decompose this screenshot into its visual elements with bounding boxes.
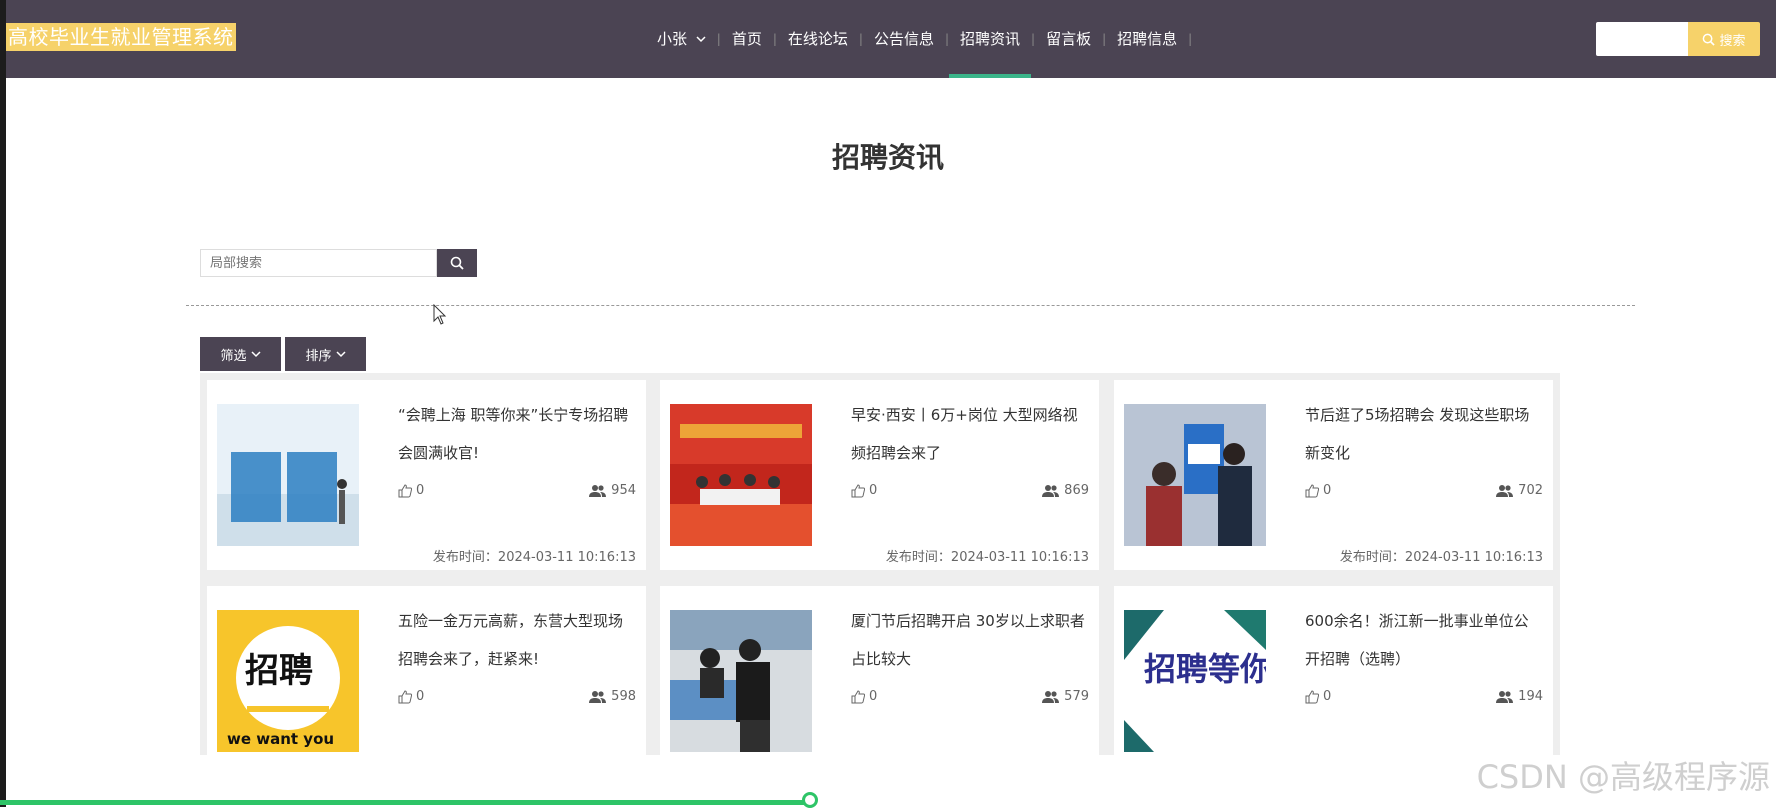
news-card[interactable]: 招聘等你来! 600余名！浙江新一批事业单位公开招聘（选聘） 0 194: [1114, 586, 1553, 776]
view-count-value: 702: [1518, 483, 1543, 498]
news-title[interactable]: 600余名！浙江新一批事业单位公开招聘（选聘）: [1305, 602, 1543, 678]
news-card[interactable]: 节后逛了5场招聘会 发现这些职场新变化 0 702 发布时间：2024-03-1…: [1114, 380, 1553, 570]
view-count: 579: [1042, 689, 1089, 704]
publish-time: 发布时间：2024-03-11 10:16:13: [885, 550, 1089, 565]
window-edge: [0, 0, 6, 807]
thumbs-up-icon: [851, 689, 865, 703]
like-count[interactable]: 0: [851, 483, 877, 498]
chevron-down-icon: [696, 36, 706, 43]
publish-time: 发布时间：2024-03-11 10:16:13: [432, 550, 636, 565]
nav-item-recruitment-news[interactable]: 招聘资讯: [949, 0, 1032, 78]
like-count-value: 0: [869, 483, 878, 498]
view-count: 702: [1496, 483, 1543, 498]
nav-item-announcements[interactable]: 公告信息: [863, 0, 945, 78]
nav-item-home[interactable]: 首页: [721, 0, 773, 78]
video-progress-handle[interactable]: [801, 792, 818, 808]
top-navbar: 高校毕业生就业管理系统 小张 | 首页 | 在线论坛 | 公告信息 | 招聘资讯…: [6, 0, 1776, 78]
users-icon: [1042, 484, 1060, 497]
filter-button-label: 筛选: [220, 348, 247, 364]
thumbs-up-icon: [398, 483, 412, 497]
video-progress-bar[interactable]: [0, 800, 810, 805]
main-nav: 小张 | 首页 | 在线论坛 | 公告信息 | 招聘资讯 | 留言板 | 招聘信…: [646, 0, 1192, 78]
like-count[interactable]: 0: [1305, 483, 1331, 498]
news-thumbnail[interactable]: [217, 404, 359, 546]
chevron-down-icon: [250, 350, 261, 357]
users-icon: [589, 484, 607, 497]
news-thumbnail[interactable]: 招聘等你来!: [1124, 610, 1266, 752]
top-search-button-label: 搜索: [1719, 33, 1746, 49]
view-count-value: 954: [611, 483, 636, 498]
news-title[interactable]: 早安·西安丨6万+岗位 大型网络视频招聘会来了: [851, 396, 1089, 472]
news-thumbnail[interactable]: [1124, 404, 1266, 546]
search-icon: [450, 256, 464, 270]
news-thumbnail[interactable]: [670, 610, 812, 752]
watermark: CSDN @高级程序源: [1476, 758, 1770, 796]
mouse-cursor-icon: [433, 304, 447, 325]
thumb-text: 招聘: [245, 651, 313, 691]
sort-button[interactable]: 排序: [285, 337, 366, 371]
news-card[interactable]: “会聘上海 职等你来”长宁专场招聘会圆满收官! 0 954 发布时间：2024-…: [207, 380, 646, 570]
chevron-down-icon: [335, 350, 346, 357]
nav-separator: |: [1188, 32, 1193, 46]
thumbs-up-icon: [1305, 483, 1319, 497]
view-count: 598: [589, 689, 636, 704]
sort-button-label: 排序: [305, 348, 332, 364]
filter-button[interactable]: 筛选: [200, 337, 281, 371]
thumbs-up-icon: [398, 689, 412, 703]
page-title: 招聘资讯: [831, 141, 944, 174]
dashed-divider: [186, 305, 1635, 306]
thumb-text: 招聘等你来!: [1144, 650, 1266, 688]
view-count-value: 598: [611, 689, 636, 704]
site-brand[interactable]: 高校毕业生就业管理系统: [6, 23, 236, 51]
users-icon: [1496, 690, 1514, 703]
nav-item-job-info[interactable]: 招聘信息: [1106, 0, 1188, 78]
thumbs-up-icon: [1305, 689, 1319, 703]
local-search-button[interactable]: [437, 249, 477, 277]
nav-item-forum[interactable]: 在线论坛: [777, 0, 859, 78]
view-count-value: 579: [1064, 689, 1089, 704]
view-count: 954: [589, 483, 636, 498]
news-thumbnail[interactable]: 招聘 we want you: [217, 610, 359, 752]
view-count: 194: [1496, 689, 1543, 704]
publish-time: 发布时间：2024-03-11 10:16:13: [1339, 550, 1543, 565]
view-count: 869: [1042, 483, 1089, 498]
local-search-input[interactable]: [200, 249, 437, 277]
view-count-value: 869: [1064, 483, 1089, 498]
news-card[interactable]: 厦门节后招聘开启 30岁以上求职者占比较大 0 579: [660, 586, 1099, 776]
like-count-value: 0: [1323, 483, 1332, 498]
like-count[interactable]: 0: [1305, 689, 1331, 704]
news-title[interactable]: 厦门节后招聘开启 30岁以上求职者占比较大: [851, 602, 1089, 678]
nav-item-message-board[interactable]: 留言板: [1035, 0, 1102, 78]
like-count-value: 0: [416, 689, 425, 704]
users-icon: [589, 690, 607, 703]
top-search-input[interactable]: [1596, 22, 1688, 56]
news-title[interactable]: 五险一金万元高薪，东营大型现场招聘会来了，赶紧来!: [398, 602, 636, 678]
news-title[interactable]: “会聘上海 职等你来”长宁专场招聘会圆满收官!: [398, 396, 636, 472]
like-count-value: 0: [416, 483, 425, 498]
like-count[interactable]: 0: [398, 689, 424, 704]
like-count-value: 0: [869, 689, 878, 704]
news-thumbnail[interactable]: [670, 404, 812, 546]
users-icon: [1496, 484, 1514, 497]
news-title[interactable]: 节后逛了5场招聘会 发现这些职场新变化: [1305, 396, 1543, 472]
top-search-button[interactable]: 搜索: [1688, 22, 1760, 56]
users-icon: [1042, 690, 1060, 703]
news-card[interactable]: 早安·西安丨6万+岗位 大型网络视频招聘会来了 0 869 发布时间：2024-…: [660, 380, 1099, 570]
user-name: 小张: [657, 30, 688, 48]
view-count-value: 194: [1518, 689, 1543, 704]
thumb-caption: we want you: [227, 730, 334, 748]
like-count[interactable]: 0: [851, 689, 877, 704]
user-menu[interactable]: 小张: [646, 0, 717, 78]
like-count[interactable]: 0: [398, 483, 424, 498]
like-count-value: 0: [1323, 689, 1332, 704]
news-card[interactable]: 招聘 we want you 五险一金万元高薪，东营大型现场招聘会来了，赶紧来! …: [207, 586, 646, 776]
thumbs-up-icon: [851, 483, 865, 497]
search-icon: [1703, 33, 1716, 46]
